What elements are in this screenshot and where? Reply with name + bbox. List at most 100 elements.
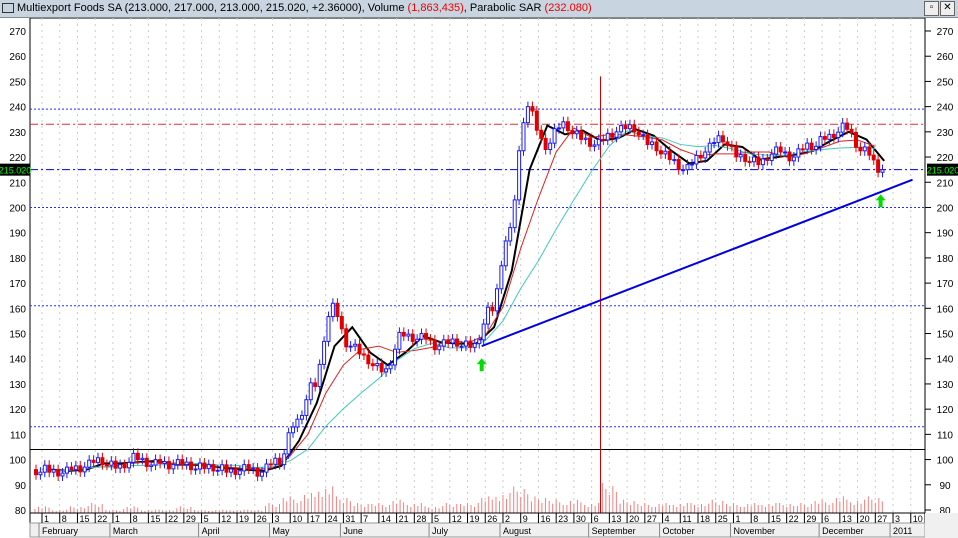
axis-corner [925,513,958,538]
candle-down [800,148,805,151]
x-tick-label: 28 [416,514,426,524]
last-price-label-right: 215.020 [927,166,958,176]
candle-up [215,469,220,472]
candle-down [78,465,83,473]
x-tick-label: 9 [523,514,528,524]
y-tick-label-left: 270 [9,27,26,38]
y-tick-label-right: 230 [937,128,954,139]
restore-button[interactable]: ▫ [924,1,939,16]
candle-up [481,323,486,341]
candle-up [388,364,393,370]
candle-up [82,466,87,473]
candle-up [712,142,717,145]
candle-up [769,153,774,162]
candle-down [743,154,748,162]
x-tick-label: 14 [381,514,391,524]
candle-up [264,463,269,473]
volume-value: (1,863,435) [407,2,464,14]
y-tick-label-right: 110 [937,430,953,441]
month-label: April [202,526,220,536]
x-tick-label: 15 [79,514,89,524]
month-label: February [42,526,79,536]
candle-up [437,345,442,351]
candle-up [774,146,779,155]
candle-down [853,131,858,148]
y-tick-label-left: 140 [9,355,26,366]
candle-down [570,130,575,135]
candle-up [60,472,65,477]
x-tick-label: 18 [700,514,710,524]
x-tick-label: 2 [505,514,510,524]
candle-up [796,148,801,158]
candle-down [645,134,650,146]
y-tick-label-left: 110 [10,430,26,441]
candle-down [734,145,739,158]
y-tick-label-left: 240 [9,103,26,114]
y-tick-label-left: 230 [9,128,26,139]
candle-up [419,333,424,340]
candle-down [246,464,251,470]
candle-up [251,467,256,470]
y-tick-label-right: 120 [937,405,954,416]
close-button[interactable]: ✕ [940,1,955,16]
candle-up [171,464,176,470]
candle-down [313,382,318,387]
candle-down [720,135,725,143]
candle-up [304,399,309,416]
x-tick-label: 24 [328,514,338,524]
candle-down [144,457,149,468]
candle-up [521,122,526,152]
candle-up [694,154,699,165]
candle-up [282,453,287,466]
candle-down [725,141,730,147]
candle-up [397,331,402,350]
candle-down [91,459,96,463]
candle-down [539,129,544,139]
y-tick-label-left: 190 [9,229,26,240]
candle-up [375,362,380,367]
x-tick-label: 6 [824,514,829,524]
candle-down [579,130,584,140]
month-label: May [272,526,290,536]
candle-up [783,151,788,154]
x-tick-label: 12 [221,514,231,524]
candle-up [840,122,845,133]
y-tick-label-right: 210 [937,178,954,189]
candle-down [601,138,606,141]
x-tick-label: 10 [913,514,923,524]
candle-up [663,150,668,155]
candle-up [348,345,353,348]
candle-up [459,345,464,348]
x-tick-label: 20 [629,514,639,524]
candle-down [636,131,641,136]
candle-up [259,471,264,477]
candle-down [543,137,548,150]
y-tick-label-right: 180 [937,254,954,265]
x-tick-label: 1 [115,514,120,524]
candle-down [632,124,637,133]
x-tick-label: 29 [806,514,816,524]
x-tick-label: 22 [97,514,107,524]
x-tick-label: 22 [789,514,799,524]
candle-down [135,452,140,461]
candle-down [845,122,850,130]
candle-up [73,465,78,471]
y-tick-label-right: 270 [937,27,954,38]
candle-up [503,240,508,267]
candle-down [676,159,681,171]
candle-up [525,106,530,124]
candle-down [809,142,814,150]
candle-up [118,464,123,469]
candle-down [233,468,238,475]
candle-down [490,306,495,312]
y-tick-label-left: 80 [15,506,27,517]
candle-down [361,353,366,356]
y-tick-label-right: 130 [937,380,954,391]
candle-up [650,141,655,146]
candle-down [366,354,371,365]
candle-down [357,343,362,355]
candle-up [596,138,601,146]
candle-up [760,158,765,166]
y-tick-label-left: 150 [9,330,26,341]
candle-up [472,343,477,348]
